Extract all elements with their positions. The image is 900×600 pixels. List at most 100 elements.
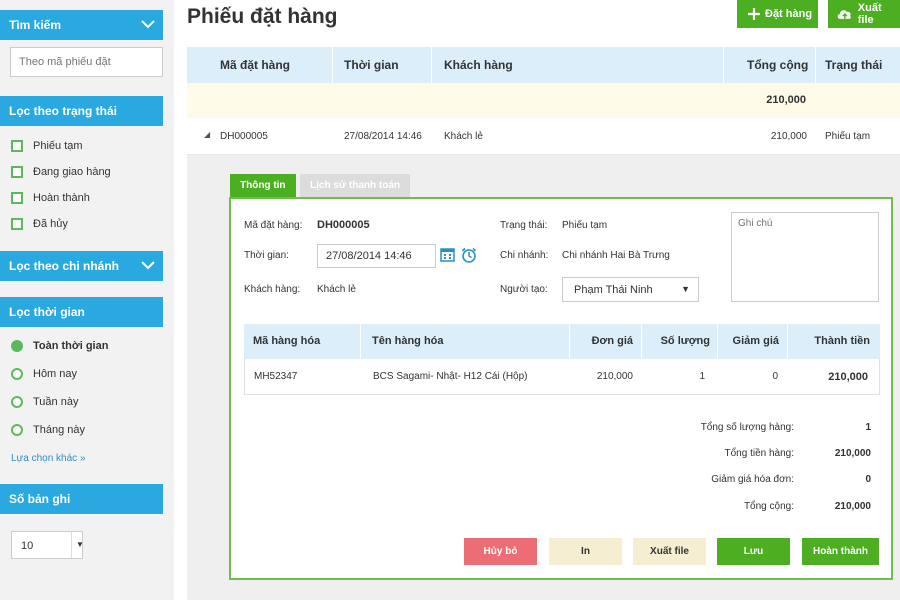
note-textarea[interactable] xyxy=(731,212,879,302)
divider xyxy=(71,532,72,558)
new-order-button[interactable]: Đặt hàng xyxy=(737,0,818,28)
checkbox[interactable] xyxy=(11,218,23,230)
item-price-cell: 210,000 xyxy=(596,371,633,382)
search-section-header[interactable]: Tìm kiếm xyxy=(0,10,163,40)
order-customer-cell: Khách lẻ xyxy=(444,131,483,142)
grand-total-value: 210,000 xyxy=(834,501,871,512)
cancel-button[interactable]: Hủy bỏ xyxy=(464,538,537,565)
divider xyxy=(723,47,724,83)
order-code-label: Mã đặt hàng: xyxy=(244,220,303,231)
status-checkbox-draft[interactable]: Phiếu tạm xyxy=(11,138,83,154)
column-header: Mã hàng hóa xyxy=(253,335,321,347)
checkbox[interactable] xyxy=(11,192,23,204)
search-section-title: Tìm kiếm xyxy=(9,18,62,32)
branch-label: Chi nhánh: xyxy=(500,250,549,261)
save-button[interactable]: Lưu xyxy=(717,538,790,565)
export-detail-button[interactable]: Xuất file xyxy=(633,538,706,565)
invoice-discount-label: Giảm giá hóa đơn: xyxy=(711,474,794,485)
column-header[interactable]: Trạng thái xyxy=(825,47,882,83)
table-row[interactable]: MH52347 BCS Sagami- Nhật- H12 Cái (Hộp) … xyxy=(244,359,880,395)
items-table-header: Mã hàng hóa Tên hàng hóa Đơn giá Số lượn… xyxy=(244,324,880,359)
divider xyxy=(332,47,333,83)
dropdown-arrow-icon[interactable]: ▼ xyxy=(681,284,690,294)
checkbox-label: Phiếu tạm xyxy=(33,140,83,152)
cloud-upload-icon xyxy=(837,10,851,19)
creator-select[interactable]: Phạm Thái Ninh ▼ xyxy=(562,277,699,302)
expand-caret-icon[interactable]: ◢ xyxy=(204,130,210,139)
creator-label: Người tạo: xyxy=(500,284,548,295)
invoice-discount-value: 0 xyxy=(865,474,871,485)
chevron-down-icon[interactable] xyxy=(141,251,155,281)
complete-button[interactable]: Hoàn thành xyxy=(802,538,879,565)
status-checkbox-cancelled[interactable]: Đã hủy xyxy=(11,216,68,232)
records-value: 10 xyxy=(21,540,34,552)
divider xyxy=(815,47,816,83)
column-header[interactable]: Tổng cộng xyxy=(747,47,808,83)
column-header: Tên hàng hóa xyxy=(372,335,444,347)
radio-label: Hôm nay xyxy=(33,368,78,380)
new-order-label: Đặt hàng xyxy=(765,8,813,20)
orders-table-header: Mã đặt hàng Thời gian Khách hàng Tổng cộ… xyxy=(187,47,900,83)
order-time-value: 27/08/2014 14:46 xyxy=(326,250,412,262)
divider xyxy=(641,324,642,359)
goods-total-label: Tổng tiền hàng: xyxy=(724,448,795,459)
order-time-cell: 27/08/2014 14:46 xyxy=(344,131,422,142)
goods-total-value: 210,000 xyxy=(834,448,871,459)
item-amount-cell: 210,000 xyxy=(828,371,868,383)
records-select[interactable]: 10 ▼ xyxy=(11,531,84,559)
status-filter-title: Lọc theo trạng thái xyxy=(9,104,117,118)
branch-filter-header[interactable]: Lọc theo chi nhánh xyxy=(0,251,163,281)
status-label: Trạng thái: xyxy=(500,220,548,231)
table-row[interactable]: ◢ DH000005 27/08/2014 14:46 Khách lẻ 210… xyxy=(187,118,900,155)
time-radio-this-month[interactable]: Tháng này xyxy=(11,422,85,438)
orders-total-value: 210,000 xyxy=(766,94,806,106)
time-radio-this-week[interactable]: Tuần này xyxy=(11,394,78,410)
customer-label: Khách hàng: xyxy=(244,284,301,295)
item-name-cell: BCS Sagami- Nhật- H12 Cái (Hộp) xyxy=(373,371,528,382)
page-title: Phiếu đặt hàng xyxy=(187,5,338,28)
sidebar: Tìm kiếm Lọc theo trạng thái Phiếu tạm Đ… xyxy=(0,0,174,600)
divider xyxy=(360,324,361,359)
time-radio-all[interactable]: Toàn thời gian xyxy=(11,338,108,354)
tab-payment-history[interactable]: Lịch sử thanh toán xyxy=(300,174,411,198)
checkbox-label: Đang giao hàng xyxy=(33,166,111,178)
radio-label: Tuần này xyxy=(33,396,79,408)
item-code-cell: MH52347 xyxy=(254,371,298,382)
branch-filter-title: Lọc theo chi nhánh xyxy=(9,259,119,273)
order-time-input[interactable]: 27/08/2014 14:46 xyxy=(317,244,436,268)
more-options-link[interactable]: Lựa chọn khác » xyxy=(11,453,86,464)
time-radio-today[interactable]: Hôm nay xyxy=(11,366,77,382)
records-header: Số bản ghi xyxy=(0,484,163,514)
export-file-button[interactable]: Xuất file xyxy=(828,0,900,28)
dropdown-arrow-icon[interactable]: ▼ xyxy=(76,540,84,549)
radio-button[interactable] xyxy=(11,368,23,380)
customer-value: Khách lẻ xyxy=(317,284,356,295)
calendar-icon[interactable] xyxy=(440,247,456,263)
column-header: Đơn giá xyxy=(591,335,633,347)
status-checkbox-delivering[interactable]: Đang giao hàng xyxy=(11,164,111,180)
status-checkbox-completed[interactable]: Hoàn thành xyxy=(11,190,90,206)
radio-button[interactable] xyxy=(11,340,23,352)
alarm-clock-icon[interactable] xyxy=(461,247,477,263)
column-header[interactable]: Thời gian xyxy=(344,47,399,83)
orders-total-row: 210,000 xyxy=(187,83,900,118)
order-time-label: Thời gian: xyxy=(244,250,289,261)
status-value: Phiếu tạm xyxy=(562,220,608,231)
chevron-down-icon[interactable] xyxy=(141,10,155,40)
radio-button[interactable] xyxy=(11,424,23,436)
radio-button[interactable] xyxy=(11,396,23,408)
time-filter-title: Lọc thời gian xyxy=(9,305,85,319)
order-total-cell: 210,000 xyxy=(770,131,807,142)
column-header: Thành tiền xyxy=(814,335,870,347)
order-search-input[interactable] xyxy=(10,47,163,77)
checkbox-label: Đã hủy xyxy=(33,218,68,230)
checkbox[interactable] xyxy=(11,166,23,178)
creator-value: Phạm Thái Ninh xyxy=(574,284,653,296)
print-button[interactable]: In xyxy=(549,538,622,565)
column-header[interactable]: Khách hàng xyxy=(444,47,513,83)
checkbox[interactable] xyxy=(11,140,23,152)
tab-info[interactable]: Thông tin xyxy=(230,174,296,198)
total-quantity-value: 1 xyxy=(865,422,871,433)
column-header[interactable]: Mã đặt hàng xyxy=(220,47,290,83)
item-discount-cell: 0 xyxy=(772,371,778,382)
